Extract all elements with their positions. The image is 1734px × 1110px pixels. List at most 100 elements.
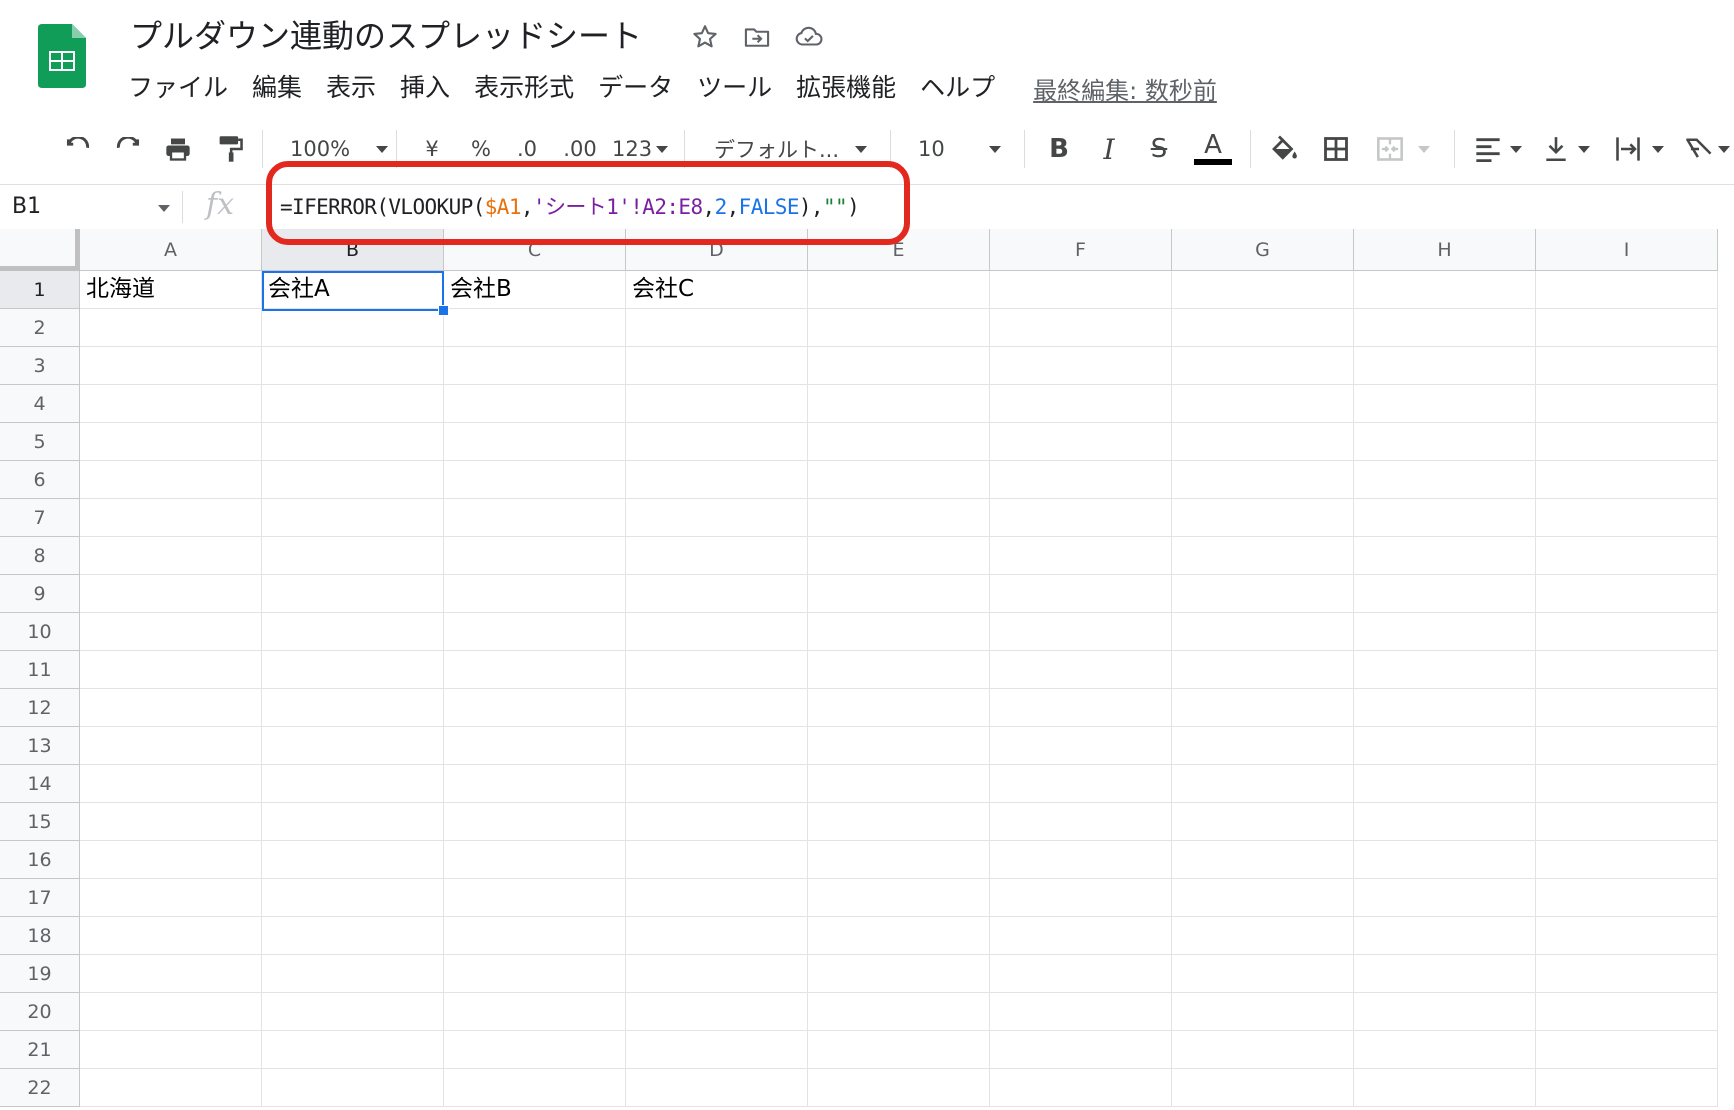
cell-e20[interactable] — [808, 993, 990, 1031]
row-header-9[interactable]: 9 — [0, 575, 80, 613]
cell-d6[interactable] — [626, 461, 808, 499]
print-icon[interactable] — [158, 132, 198, 166]
cell-h5[interactable] — [1354, 423, 1536, 461]
cell-g10[interactable] — [1172, 613, 1354, 651]
menu-extensions[interactable]: 拡張機能 — [784, 68, 908, 108]
vertical-align-icon[interactable] — [1544, 132, 1598, 166]
menu-help[interactable]: ヘルプ — [908, 68, 1007, 108]
cell-e22[interactable] — [808, 1069, 990, 1107]
cell-h20[interactable] — [1354, 993, 1536, 1031]
cell-f10[interactable] — [990, 613, 1172, 651]
last-edit-link[interactable]: 最終編集: 数秒前 — [1033, 71, 1217, 106]
cell-c22[interactable] — [444, 1069, 626, 1107]
cell-g13[interactable] — [1172, 727, 1354, 765]
cell-i11[interactable] — [1536, 651, 1718, 689]
cell-b20[interactable] — [262, 993, 444, 1031]
bold-button[interactable]: B — [1044, 132, 1074, 166]
cell-b3[interactable] — [262, 347, 444, 385]
column-header-h[interactable]: H — [1354, 229, 1536, 271]
row-header-10[interactable]: 10 — [0, 613, 80, 651]
column-header-a[interactable]: A — [80, 229, 262, 271]
cell-d18[interactable] — [626, 917, 808, 955]
row-header-2[interactable]: 2 — [0, 309, 80, 347]
cell-h22[interactable] — [1354, 1069, 1536, 1107]
cell-a4[interactable] — [80, 385, 262, 423]
cell-d13[interactable] — [626, 727, 808, 765]
cell-a2[interactable] — [80, 309, 262, 347]
fill-handle[interactable] — [438, 305, 449, 316]
cell-f18[interactable] — [990, 917, 1172, 955]
cell-a7[interactable] — [80, 499, 262, 537]
cell-d5[interactable] — [626, 423, 808, 461]
row-header-3[interactable]: 3 — [0, 347, 80, 385]
cell-f4[interactable] — [990, 385, 1172, 423]
cell-d22[interactable] — [626, 1069, 808, 1107]
font-size-select[interactable]: 10 — [918, 132, 1008, 166]
cell-d1[interactable]: 会社C — [626, 271, 808, 309]
cell-c3[interactable] — [444, 347, 626, 385]
cell-i18[interactable] — [1536, 917, 1718, 955]
cell-d12[interactable] — [626, 689, 808, 727]
merge-cells-icon[interactable] — [1374, 132, 1434, 166]
cell-b21[interactable] — [262, 1031, 444, 1069]
move-to-folder-icon[interactable] — [740, 20, 774, 54]
cell-i1[interactable] — [1536, 271, 1718, 309]
cell-f8[interactable] — [990, 537, 1172, 575]
cell-g12[interactable] — [1172, 689, 1354, 727]
cell-d11[interactable] — [626, 651, 808, 689]
cell-c1[interactable]: 会社B — [444, 271, 626, 309]
menu-insert[interactable]: 挿入 — [388, 68, 462, 108]
cell-e6[interactable] — [808, 461, 990, 499]
cell-a13[interactable] — [80, 727, 262, 765]
cell-c6[interactable] — [444, 461, 626, 499]
column-header-c[interactable]: C — [444, 229, 626, 271]
cell-a1[interactable]: 北海道 — [80, 271, 262, 309]
cell-f15[interactable] — [990, 803, 1172, 841]
cell-g4[interactable] — [1172, 385, 1354, 423]
cell-a15[interactable] — [80, 803, 262, 841]
cell-b14[interactable] — [262, 765, 444, 803]
column-header-e[interactable]: E — [808, 229, 990, 271]
formula-input[interactable]: =IFERROR(VLOOKUP($A1,'シート1'!A2:E8,2,FALS… — [280, 191, 860, 223]
cell-h11[interactable] — [1354, 651, 1536, 689]
cell-h9[interactable] — [1354, 575, 1536, 613]
cell-a17[interactable] — [80, 879, 262, 917]
cell-d21[interactable] — [626, 1031, 808, 1069]
currency-format-button[interactable]: ¥ — [420, 132, 444, 166]
cell-i21[interactable] — [1536, 1031, 1718, 1069]
cell-g5[interactable] — [1172, 423, 1354, 461]
cell-g2[interactable] — [1172, 309, 1354, 347]
borders-icon[interactable] — [1318, 132, 1354, 166]
cell-h15[interactable] — [1354, 803, 1536, 841]
cell-h2[interactable] — [1354, 309, 1536, 347]
cell-c19[interactable] — [444, 955, 626, 993]
menu-data[interactable]: データ — [586, 68, 685, 108]
cell-g9[interactable] — [1172, 575, 1354, 613]
cell-g7[interactable] — [1172, 499, 1354, 537]
cell-c17[interactable] — [444, 879, 626, 917]
menu-format[interactable]: 表示形式 — [462, 68, 586, 108]
cell-i4[interactable] — [1536, 385, 1718, 423]
cell-a16[interactable] — [80, 841, 262, 879]
cell-h7[interactable] — [1354, 499, 1536, 537]
cell-b4[interactable] — [262, 385, 444, 423]
cell-a3[interactable] — [80, 347, 262, 385]
cell-i15[interactable] — [1536, 803, 1718, 841]
cell-i3[interactable] — [1536, 347, 1718, 385]
cell-b16[interactable] — [262, 841, 444, 879]
menu-file[interactable]: ファイル — [116, 68, 240, 108]
cell-b11[interactable] — [262, 651, 444, 689]
cell-e1[interactable] — [808, 271, 990, 309]
cell-e18[interactable] — [808, 917, 990, 955]
cell-f11[interactable] — [990, 651, 1172, 689]
row-header-22[interactable]: 22 — [0, 1069, 80, 1107]
cell-a22[interactable] — [80, 1069, 262, 1107]
cell-h18[interactable] — [1354, 917, 1536, 955]
cell-e7[interactable] — [808, 499, 990, 537]
cell-c20[interactable] — [444, 993, 626, 1031]
cell-a14[interactable] — [80, 765, 262, 803]
cell-d4[interactable] — [626, 385, 808, 423]
cell-i8[interactable] — [1536, 537, 1718, 575]
horizontal-align-icon[interactable] — [1474, 132, 1528, 166]
cell-e3[interactable] — [808, 347, 990, 385]
